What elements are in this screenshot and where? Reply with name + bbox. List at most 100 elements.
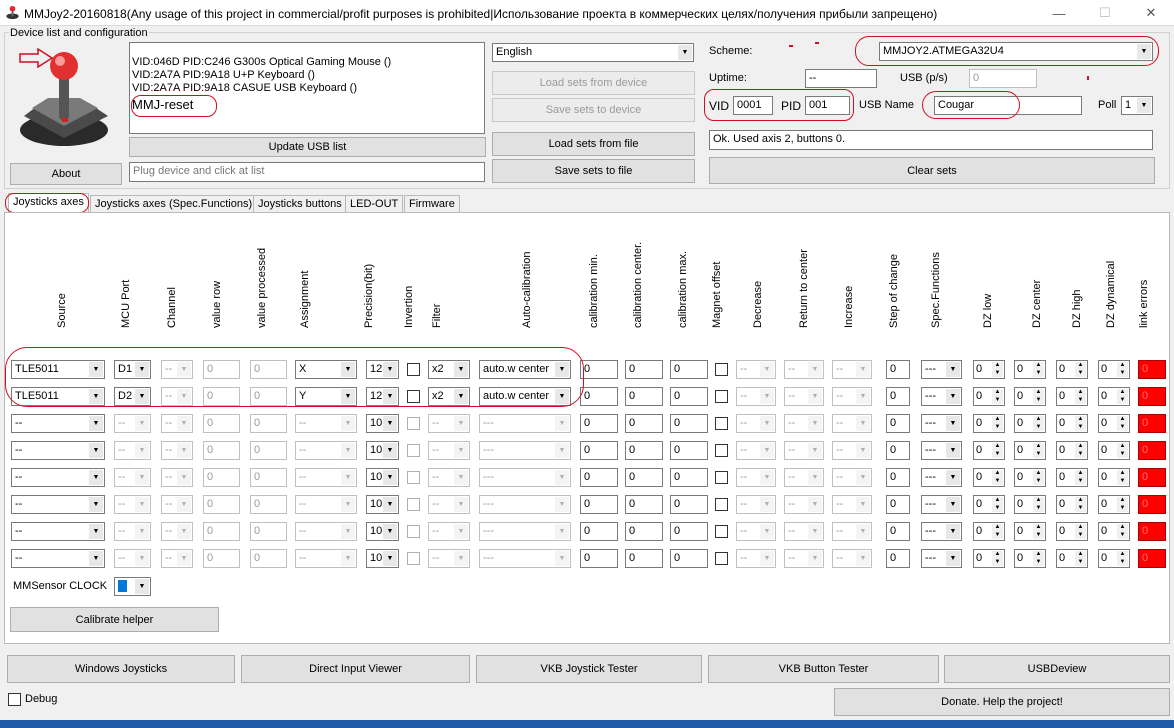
- dzl-stepper[interactable]: 0 ▲ ▼: [973, 522, 1005, 541]
- close-button[interactable]: ✕: [1128, 0, 1174, 26]
- spin-arrows-icon[interactable]: ▲ ▼: [1117, 497, 1128, 512]
- dzd-stepper[interactable]: 0 ▲ ▼: [1098, 495, 1130, 514]
- dzc-stepper[interactable]: 0 ▲ ▼: [1014, 414, 1046, 433]
- spin-arrows-icon[interactable]: ▲ ▼: [1117, 551, 1128, 566]
- dzl-stepper[interactable]: 0 ▲ ▼: [973, 360, 1005, 379]
- save-device-button[interactable]: Save sets to device: [492, 98, 695, 122]
- spin-arrows-icon[interactable]: ▲ ▼: [1033, 470, 1044, 485]
- about-button[interactable]: About: [10, 163, 122, 185]
- mag-checkbox[interactable]: [715, 552, 728, 565]
- dzh-stepper[interactable]: 0 ▲ ▼: [1056, 495, 1088, 514]
- spin-arrows-icon[interactable]: ▲ ▼: [1075, 443, 1086, 458]
- cmin-field[interactable]: 0: [580, 441, 618, 460]
- assign-select[interactable]: X ▼: [295, 360, 357, 379]
- step-field[interactable]: 0: [886, 441, 910, 460]
- inv-checkbox[interactable]: [407, 363, 420, 376]
- inv-checkbox[interactable]: [407, 417, 420, 430]
- spin-arrows-icon[interactable]: ▲ ▼: [1033, 416, 1044, 431]
- update-usb-button[interactable]: Update USB list: [129, 137, 486, 157]
- spin-arrows-icon[interactable]: ▲ ▼: [1033, 443, 1044, 458]
- prec-select[interactable]: 10 ▼: [366, 495, 399, 514]
- tab-firmware[interactable]: Firmware: [404, 195, 460, 213]
- ccen-field[interactable]: 0: [625, 468, 663, 487]
- usbdeview-button[interactable]: USBDeview: [944, 655, 1170, 683]
- save-file-button[interactable]: Save sets to file: [492, 159, 695, 183]
- mag-checkbox[interactable]: [715, 525, 728, 538]
- spec-select[interactable]: --- ▼: [921, 387, 962, 406]
- port-select[interactable]: D2 ▼: [114, 387, 151, 406]
- autocal-select[interactable]: auto.w center ▼: [479, 360, 571, 379]
- dzc-stepper[interactable]: 0 ▲ ▼: [1014, 495, 1046, 514]
- spin-arrows-icon[interactable]: ▲ ▼: [1075, 497, 1086, 512]
- spin-arrows-icon[interactable]: ▲ ▼: [1075, 551, 1086, 566]
- ccen-field[interactable]: 0: [625, 441, 663, 460]
- dzd-stepper[interactable]: 0 ▲ ▼: [1098, 360, 1130, 379]
- cmax-field[interactable]: 0: [670, 441, 708, 460]
- ccen-field[interactable]: 0: [625, 522, 663, 541]
- dzc-stepper[interactable]: 0 ▲ ▼: [1014, 522, 1046, 541]
- debug-checkbox[interactable]: [8, 693, 21, 706]
- spin-arrows-icon[interactable]: ▲ ▼: [1075, 524, 1086, 539]
- vkb-joystick-tester-button[interactable]: VKB Joystick Tester: [476, 655, 702, 683]
- prec-select[interactable]: 10 ▼: [366, 414, 399, 433]
- spin-arrows-icon[interactable]: ▲ ▼: [992, 524, 1003, 539]
- minimize-button[interactable]: —: [1036, 0, 1082, 26]
- mag-checkbox[interactable]: [715, 471, 728, 484]
- spin-arrows-icon[interactable]: ▲ ▼: [1033, 497, 1044, 512]
- maximize-button[interactable]: ☐: [1082, 0, 1128, 26]
- step-field[interactable]: 0: [886, 522, 910, 541]
- inv-checkbox[interactable]: [407, 498, 420, 511]
- spin-arrows-icon[interactable]: ▲ ▼: [992, 362, 1003, 377]
- source-select[interactable]: -- ▼: [11, 495, 105, 514]
- prec-select[interactable]: 12 ▼: [366, 360, 399, 379]
- source-select[interactable]: TLE5011 ▼: [11, 387, 105, 406]
- source-select[interactable]: -- ▼: [11, 468, 105, 487]
- dzd-stepper[interactable]: 0 ▲ ▼: [1098, 522, 1130, 541]
- dzc-stepper[interactable]: 0 ▲ ▼: [1014, 549, 1046, 568]
- spec-select[interactable]: --- ▼: [921, 414, 962, 433]
- calibrate-helper-button[interactable]: Calibrate helper: [10, 607, 219, 632]
- inv-checkbox[interactable]: [407, 444, 420, 457]
- dzd-stepper[interactable]: 0 ▲ ▼: [1098, 549, 1130, 568]
- spin-arrows-icon[interactable]: ▲ ▼: [1117, 416, 1128, 431]
- spec-select[interactable]: --- ▼: [921, 360, 962, 379]
- source-select[interactable]: -- ▼: [11, 414, 105, 433]
- dzl-stepper[interactable]: 0 ▲ ▼: [973, 414, 1005, 433]
- cmin-field[interactable]: 0: [580, 522, 618, 541]
- list-item[interactable]: VID:046D PID:C246 G300s Optical Gaming M…: [132, 56, 391, 68]
- spin-arrows-icon[interactable]: ▲ ▼: [1033, 551, 1044, 566]
- spin-arrows-icon[interactable]: ▲ ▼: [1075, 470, 1086, 485]
- list-item[interactable]: VID:2A7A PID:9A18 CASUE USB Keyboard (): [132, 82, 357, 94]
- source-select[interactable]: TLE5011 ▼: [11, 360, 105, 379]
- step-field[interactable]: 0: [886, 360, 910, 379]
- mag-checkbox[interactable]: [715, 444, 728, 457]
- spin-arrows-icon[interactable]: ▲ ▼: [992, 551, 1003, 566]
- step-field[interactable]: 0: [886, 468, 910, 487]
- load-device-button[interactable]: Load sets from device: [492, 71, 695, 95]
- list-item[interactable]: MMJ-reset: [132, 97, 193, 112]
- dzl-stepper[interactable]: 0 ▲ ▼: [973, 549, 1005, 568]
- dzd-stepper[interactable]: 0 ▲ ▼: [1098, 387, 1130, 406]
- port-select[interactable]: D1 ▼: [114, 360, 151, 379]
- prec-select[interactable]: 10 ▼: [366, 441, 399, 460]
- spec-select[interactable]: --- ▼: [921, 495, 962, 514]
- dzh-stepper[interactable]: 0 ▲ ▼: [1056, 441, 1088, 460]
- device-list[interactable]: VID:046D PID:C246 G300s Optical Gaming M…: [129, 42, 485, 134]
- ccen-field[interactable]: 0: [625, 414, 663, 433]
- inv-checkbox[interactable]: [407, 390, 420, 403]
- dzc-stepper[interactable]: 0 ▲ ▼: [1014, 468, 1046, 487]
- dzh-stepper[interactable]: 0 ▲ ▼: [1056, 468, 1088, 487]
- list-item[interactable]: VID:2A7A PID:9A18 U+P Keyboard (): [132, 69, 315, 81]
- source-select[interactable]: -- ▼: [11, 441, 105, 460]
- plug-device-input[interactable]: Plug device and click at list: [129, 162, 485, 182]
- direct-input-viewer-button[interactable]: Direct Input Viewer: [241, 655, 470, 683]
- dzc-stepper[interactable]: 0 ▲ ▼: [1014, 387, 1046, 406]
- step-field[interactable]: 0: [886, 414, 910, 433]
- scheme-select[interactable]: MMJOY2.ATMEGA32U4 ▼: [879, 42, 1153, 61]
- tab-joysticks-axes[interactable]: Joysticks axes: [8, 193, 89, 213]
- spec-select[interactable]: --- ▼: [921, 468, 962, 487]
- spin-arrows-icon[interactable]: ▲ ▼: [1033, 524, 1044, 539]
- cmax-field[interactable]: 0: [670, 549, 708, 568]
- spin-arrows-icon[interactable]: ▲ ▼: [1117, 524, 1128, 539]
- dzh-stepper[interactable]: 0 ▲ ▼: [1056, 387, 1088, 406]
